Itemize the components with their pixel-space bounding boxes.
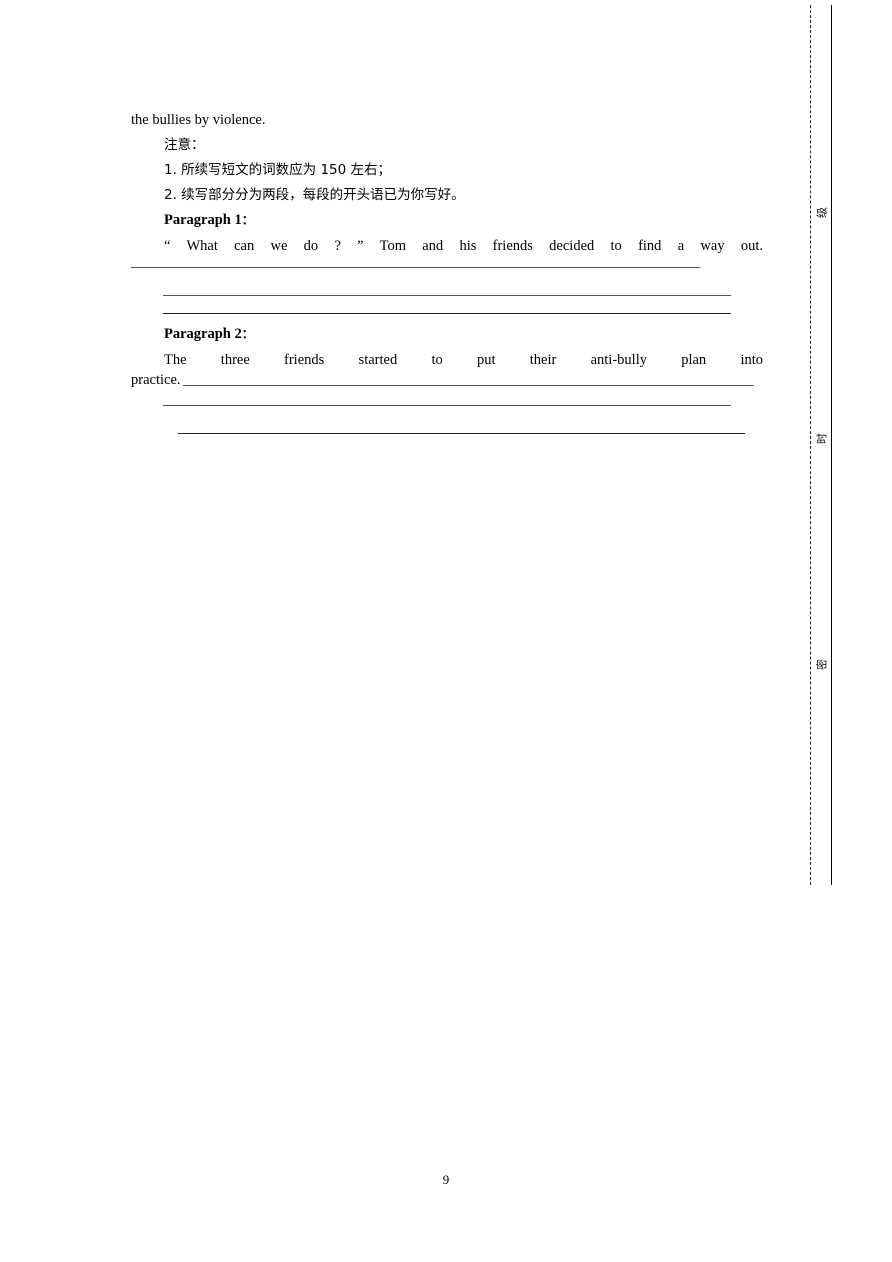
paragraph-2-heading: Paragraph 2： [131, 322, 763, 347]
paragraph-2-starter: The three friends started to put their a… [164, 352, 763, 368]
page-number: 9 [442, 1172, 450, 1187]
answer-rule-p1-1 [131, 267, 700, 268]
paragraph-1-heading: Paragraph 1： [131, 208, 763, 233]
note-item-2: 2. 续写部分分为两段，每段的开头语已为你写好。 [164, 187, 465, 203]
paragraph-1-label: Paragraph 1 [164, 212, 242, 228]
paragraph-2-label: Paragraph 2 [164, 326, 242, 342]
answer-rule-p1-2 [163, 295, 731, 296]
paragraph-1-colon: ： [241, 213, 254, 227]
answer-rule-p1-3 [163, 313, 731, 314]
answer-rule-p2-3 [178, 433, 745, 434]
document-body: the bullies by violence. 注意： 1. 所续写短文的词数… [131, 108, 763, 259]
body-continuation-text: the bullies by violence. [131, 112, 266, 128]
paragraph-2-colon: ： [241, 327, 254, 341]
exam-paper-page: 级 时 密 the bullies by violence. 注意： 1. 所续… [0, 0, 892, 1262]
notes-heading: 注意： [164, 137, 205, 153]
sealing-dashed-line [810, 5, 811, 885]
paragraph-2-continuation: practice. [131, 370, 181, 390]
answer-rule-p2-2 [163, 405, 731, 406]
sealing-character-1: 时 [815, 433, 829, 444]
paragraph-2-continuation-word: practice. [131, 372, 181, 388]
note-item-1: 1. 所续写短文的词数应为 150 左右； [164, 162, 392, 178]
sealing-character-0: 级 [815, 207, 829, 218]
sealing-solid-line [831, 5, 832, 885]
paragraph-1-starter: “ What can we do ? ” Tom and his friends… [164, 238, 763, 254]
sealing-line-area: 级 时 密 [796, 0, 856, 890]
paragraph-2-block: Paragraph 2： The three friends started t… [131, 322, 763, 373]
sealing-character-2: 密 [815, 659, 829, 670]
answer-rule-p2-1 [183, 385, 754, 386]
